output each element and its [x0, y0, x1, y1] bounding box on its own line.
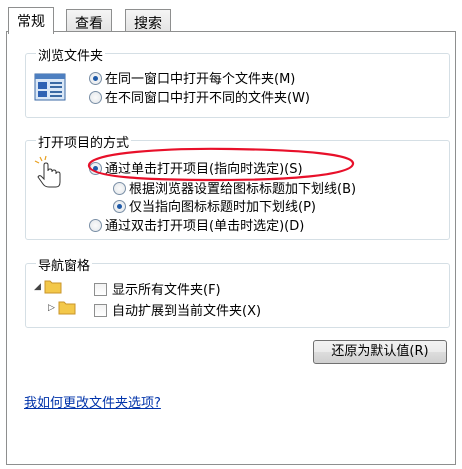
radio-label: 通过双击打开项目(单击时选定)(D)	[105, 219, 305, 234]
tab-search[interactable]: 搜索	[125, 9, 171, 32]
nav-pane-legend: 导航窗格	[36, 255, 93, 274]
radio-different-window[interactable]: 在不同窗口中打开不同的文件夹(W)	[89, 87, 310, 106]
checkbox[interactable]	[94, 304, 107, 317]
radio-button[interactable]	[113, 200, 126, 213]
radio-underline-on-point[interactable]: 仅当指向图标标题时加下划线(P)	[113, 196, 316, 215]
nav-pane-group: 导航窗格 ◢ 显示所有文件夹(F) ▷ 自动扩展到当前文件夹(X)	[25, 255, 450, 328]
radio-same-window[interactable]: 在同一窗口中打开每个文件夹(M)	[89, 68, 295, 87]
general-tab-panel: 浏览文件夹 在同一窗口中打开每个文件夹(M) 在不同窗口中打开不同的文件夹(W)…	[6, 31, 456, 465]
radio-label: 在同一窗口中打开每个文件夹(M)	[105, 72, 296, 87]
hand-pointer-icon	[34, 155, 64, 193]
restore-defaults-button[interactable]: 还原为默认值(R)	[313, 340, 447, 364]
browse-folders-legend: 浏览文件夹	[36, 45, 106, 64]
radio-label: 仅当指向图标标题时加下划线(P)	[129, 200, 316, 215]
radio-button[interactable]	[89, 72, 102, 85]
radio-button[interactable]	[89, 91, 102, 104]
folder-icon	[58, 299, 76, 319]
browse-folders-group: 浏览文件夹 在同一窗口中打开每个文件夹(M) 在不同窗口中打开不同的文件夹(W)	[25, 45, 450, 118]
checkbox-auto-expand[interactable]: 自动扩展到当前文件夹(X)	[94, 300, 261, 319]
checkbox-label: 自动扩展到当前文件夹(X)	[112, 304, 262, 319]
radio-label: 在不同窗口中打开不同的文件夹(W)	[105, 91, 310, 106]
radio-button[interactable]	[89, 219, 102, 232]
help-link[interactable]: 我如何更改文件夹选项?	[24, 392, 161, 411]
expanded-triangle-icon: ◢	[34, 282, 41, 292]
checkbox-show-all-folders[interactable]: 显示所有文件夹(F)	[94, 279, 221, 298]
tab-general[interactable]: 常规	[8, 7, 54, 34]
highlight-ellipse	[87, 147, 355, 182]
checkbox[interactable]	[94, 283, 107, 296]
folder-window-icon	[34, 73, 66, 105]
checkbox-label: 显示所有文件夹(F)	[112, 283, 221, 298]
radio-double-click[interactable]: 通过双击打开项目(单击时选定)(D)	[89, 215, 304, 234]
collapsed-triangle-icon: ▷	[48, 303, 55, 313]
tab-view[interactable]: 查看	[66, 9, 112, 32]
radio-label: 根据浏览器设置给图标标题加下划线(B)	[129, 182, 357, 197]
folder-icon	[44, 278, 62, 298]
